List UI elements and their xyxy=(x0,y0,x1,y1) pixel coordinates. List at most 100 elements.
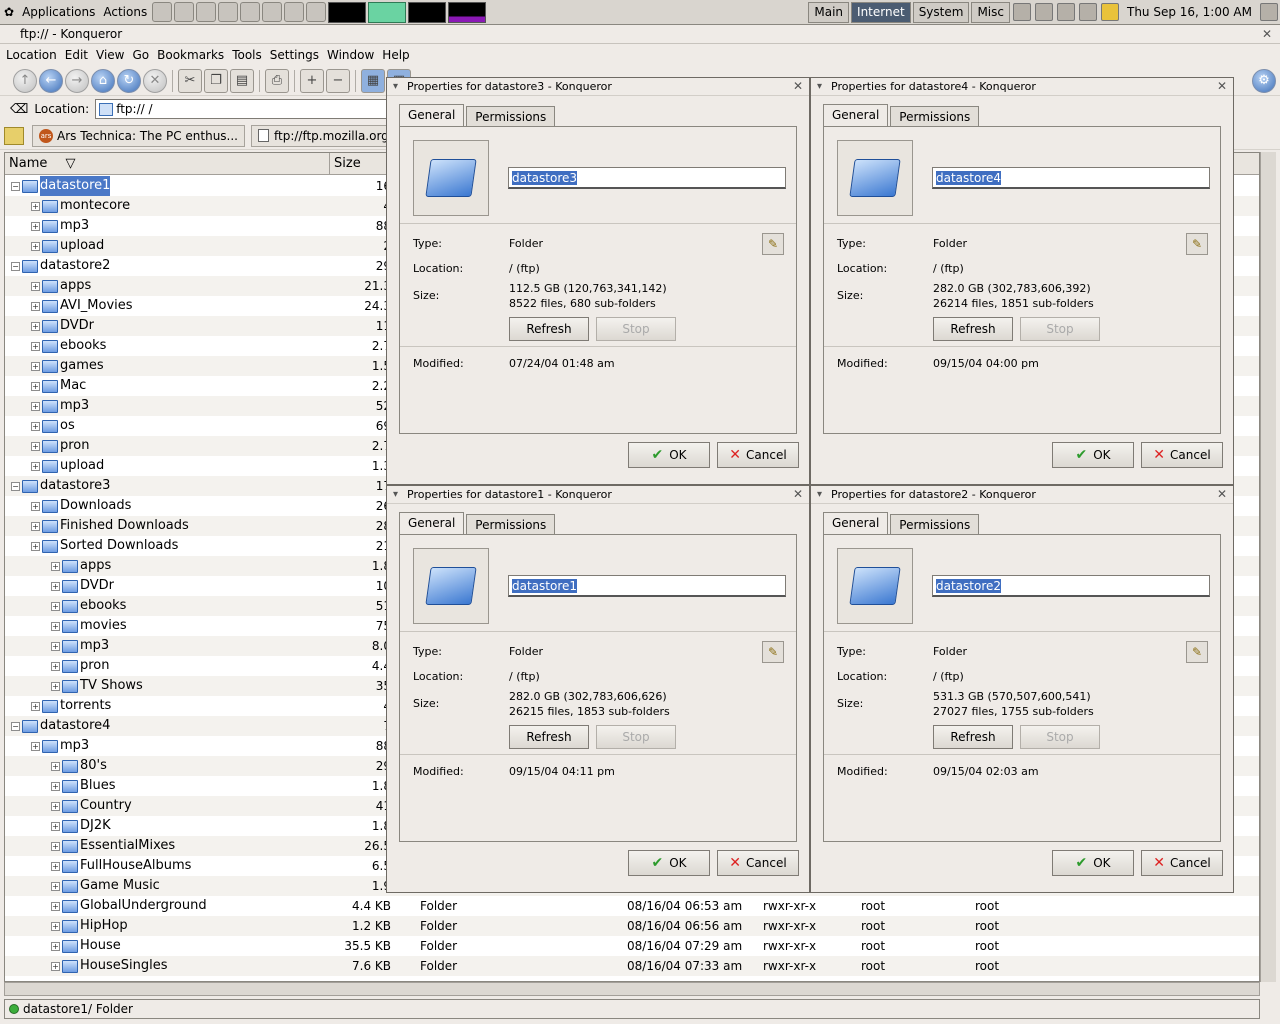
applications-menu[interactable]: Applications xyxy=(18,0,99,25)
paste-icon[interactable]: ▤ xyxy=(230,68,254,93)
bookmark-folder-icon[interactable] xyxy=(4,126,24,145)
tree-row-name[interactable]: + Country xyxy=(51,796,132,816)
cd-launcher-icon[interactable] xyxy=(240,2,261,22)
cancel-button[interactable]: ✕ Cancel xyxy=(717,442,799,468)
expand-toggle-icon[interactable]: + xyxy=(51,781,60,791)
up-icon[interactable]: ↑ xyxy=(13,68,37,93)
home-icon[interactable]: ⌂ xyxy=(91,68,115,93)
tree-row-name[interactable]: + DJ2K xyxy=(51,816,111,836)
volume-icon[interactable] xyxy=(1260,3,1278,21)
tree-row-name[interactable]: + os xyxy=(31,416,75,436)
vertical-scrollbar[interactable] xyxy=(1260,152,1276,982)
mail-launcher-icon[interactable] xyxy=(218,2,239,22)
ok-button[interactable]: ✔ OK xyxy=(628,442,710,468)
workspace-misc-button[interactable]: Misc xyxy=(971,1,1010,23)
stop-button[interactable]: Stop xyxy=(596,725,676,749)
folder-icon-button[interactable] xyxy=(837,140,913,216)
ok-button[interactable]: ✔ OK xyxy=(1052,442,1134,468)
tree-row-name[interactable]: + ebooks xyxy=(51,596,126,616)
editor-launcher-icon[interactable] xyxy=(284,2,305,22)
tree-row-name[interactable]: + montecore xyxy=(31,196,130,216)
tree-row-name[interactable]: +80's xyxy=(51,756,107,776)
weather-icon[interactable] xyxy=(1100,3,1119,21)
menu-window[interactable]: Window xyxy=(323,48,378,62)
expand-toggle-icon[interactable]: + xyxy=(51,641,60,651)
network-icon[interactable] xyxy=(1056,3,1075,21)
expand-toggle-icon[interactable]: + xyxy=(31,541,40,551)
tab-general[interactable]: General xyxy=(399,104,465,127)
name-input[interactable]: datastore3 xyxy=(508,167,786,189)
workspace-system-button[interactable]: System xyxy=(912,1,970,23)
back-icon[interactable]: ← xyxy=(39,68,63,93)
tree-row-name[interactable]: + HouseSingles xyxy=(51,956,167,976)
workspace-thumb-2[interactable] xyxy=(368,1,407,23)
refresh-button[interactable]: Refresh xyxy=(509,317,589,341)
tab-permissions[interactable]: Permissions xyxy=(466,514,556,534)
browser-launcher-icon[interactable] xyxy=(196,2,217,22)
expand-toggle-icon[interactable]: + xyxy=(51,881,60,891)
zoom-in-icon[interactable]: + xyxy=(300,68,324,93)
tab-permissions[interactable]: Permissions xyxy=(890,106,980,126)
print-icon[interactable]: ⎙ xyxy=(265,68,289,93)
workspace-thumb-4[interactable] xyxy=(448,1,487,23)
expand-toggle-icon[interactable]: + xyxy=(31,281,40,291)
expand-toggle-icon[interactable]: + xyxy=(51,681,60,691)
expand-toggle-icon[interactable]: − xyxy=(11,721,20,731)
lock-icon[interactable] xyxy=(1034,3,1053,21)
expand-toggle-icon[interactable]: + xyxy=(31,441,40,451)
home-launcher-icon[interactable] xyxy=(152,2,173,22)
dialog-close-icon[interactable]: ✕ xyxy=(1217,487,1227,501)
horizontal-scrollbar[interactable] xyxy=(4,982,1260,996)
expand-toggle-icon[interactable]: + xyxy=(51,861,60,871)
cancel-button[interactable]: ✕ Cancel xyxy=(717,850,799,876)
copy-icon[interactable]: ❐ xyxy=(204,68,228,93)
cancel-button[interactable]: ✕ Cancel xyxy=(1141,442,1223,468)
folder-icon-button[interactable] xyxy=(413,140,489,216)
tree-row-name[interactable]: + Sorted Downloads xyxy=(31,536,178,556)
edit-filetype-icon[interactable]: ✎ xyxy=(762,641,784,663)
stop-icon[interactable]: ✕ xyxy=(143,68,167,93)
tree-row-name[interactable]: + movies xyxy=(51,616,127,636)
workspace-internet-button[interactable]: Internet xyxy=(851,1,911,23)
menu-location[interactable]: Location xyxy=(2,48,61,62)
tree-row-name[interactable]: + mp3 xyxy=(51,636,109,656)
bookmark-ars[interactable]: ars Ars Technica: The PC enthus... xyxy=(32,124,245,147)
menu-view[interactable]: View xyxy=(92,48,128,62)
expand-toggle-icon[interactable]: + xyxy=(31,401,40,411)
tree-row-name[interactable]: + DVDr xyxy=(31,316,94,336)
refresh-button[interactable]: Refresh xyxy=(933,725,1013,749)
refresh-button[interactable]: Refresh xyxy=(509,725,589,749)
terminal-launcher-icon[interactable] xyxy=(174,2,195,22)
expand-toggle-icon[interactable]: + xyxy=(51,801,60,811)
stop-button[interactable]: Stop xyxy=(596,317,676,341)
cut-icon[interactable]: ✂ xyxy=(178,68,202,93)
tree-row-name[interactable]: − datastore4 xyxy=(11,716,110,736)
edit-filetype-icon[interactable]: ✎ xyxy=(1186,641,1208,663)
stop-button[interactable]: Stop xyxy=(1020,317,1100,341)
tree-row-name[interactable]: − datastore3 xyxy=(11,476,110,496)
tree-row-name[interactable]: + Finished Downloads xyxy=(31,516,189,536)
tree-row-name[interactable]: + upload xyxy=(31,456,104,476)
forward-icon[interactable]: → xyxy=(65,68,89,93)
menu-help[interactable]: Help xyxy=(378,48,413,62)
tab-general[interactable]: General xyxy=(823,512,889,535)
refresh-button[interactable]: Refresh xyxy=(933,317,1013,341)
tree-row-name[interactable]: + mp3 xyxy=(31,216,89,236)
tree-row-name[interactable]: + pron xyxy=(31,436,90,456)
expand-toggle-icon[interactable]: + xyxy=(31,381,40,391)
tree-row-name[interactable]: + apps xyxy=(31,276,91,296)
konqueror-gear-icon[interactable]: ⚙ xyxy=(1252,68,1276,93)
edit-filetype-icon[interactable]: ✎ xyxy=(1186,233,1208,255)
tree-row-name[interactable]: − datastore1 xyxy=(11,176,111,196)
tree-row[interactable]: + GlobalUnderground 4.4 KB Folder 08/16/04 0… xyxy=(5,896,1259,916)
ok-button[interactable]: ✔ OK xyxy=(628,850,710,876)
expand-toggle-icon[interactable]: + xyxy=(51,581,60,591)
tree-row-name[interactable]: + games xyxy=(31,356,104,376)
expand-toggle-icon[interactable]: + xyxy=(31,301,40,311)
expand-toggle-icon[interactable]: + xyxy=(51,761,60,771)
expand-toggle-icon[interactable]: + xyxy=(51,661,60,671)
expand-toggle-icon[interactable]: + xyxy=(51,841,60,851)
gnome-foot-icon[interactable]: ✿ xyxy=(0,0,18,25)
expand-toggle-icon[interactable]: − xyxy=(11,261,20,271)
expand-toggle-icon[interactable]: + xyxy=(31,321,40,331)
